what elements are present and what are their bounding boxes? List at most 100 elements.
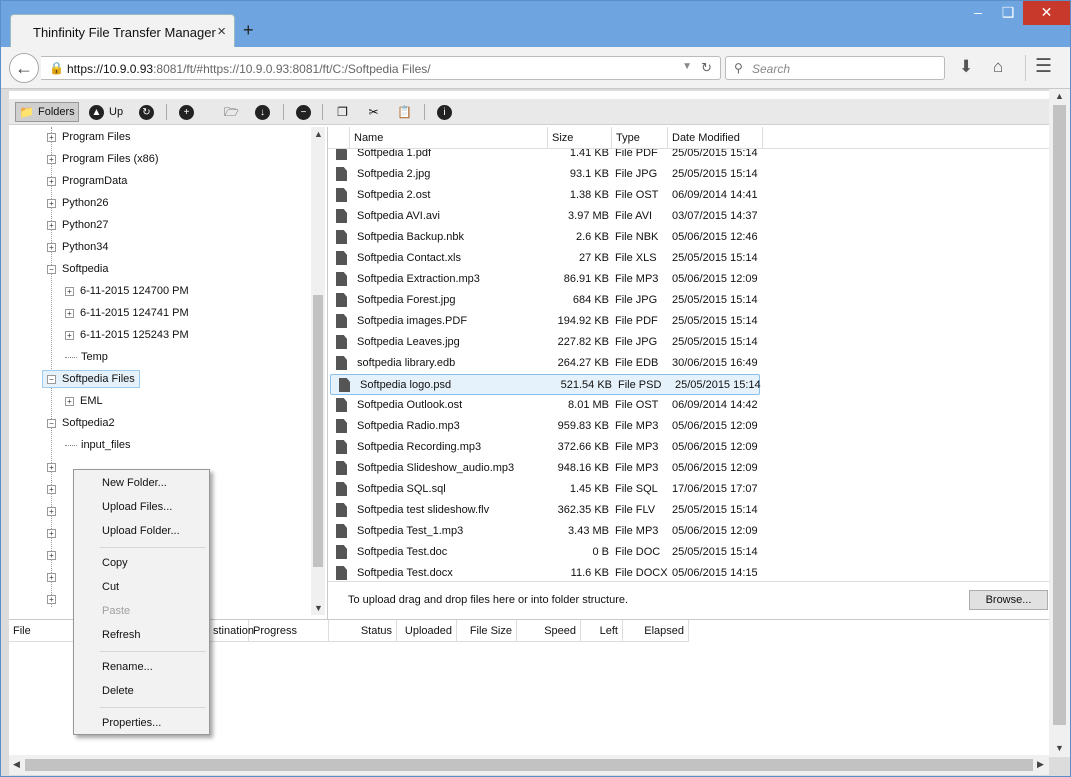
tree-node[interactable]: + bbox=[47, 590, 62, 608]
search-input[interactable]: ⚲ Search bbox=[725, 56, 945, 80]
history-dropdown-icon[interactable]: ▼ bbox=[682, 61, 692, 72]
column-destination[interactable]: stination bbox=[209, 620, 254, 642]
tree-node[interactable]: +6-11-2015 124741 PM bbox=[65, 304, 189, 322]
expand-icon[interactable]: + bbox=[47, 506, 56, 516]
delete-button[interactable]: − bbox=[296, 102, 311, 122]
file-row[interactable]: Softpedia Test_1.mp3 3.43 MB File MP3 05/06… bbox=[328, 521, 1050, 542]
column-left[interactable]: Left bbox=[581, 620, 623, 642]
upload-drop-zone[interactable]: To upload drag and drop files here or in… bbox=[328, 581, 1050, 619]
tree-node[interactable]: + Python27 bbox=[47, 216, 108, 234]
tree-node[interactable]: − Softpedia bbox=[47, 260, 108, 278]
file-row[interactable]: softpedia library.edb 264.27 KB File EDB 30… bbox=[328, 353, 1050, 374]
expand-icon[interactable]: + bbox=[47, 528, 56, 538]
page-scroll-down-icon[interactable]: ▼ bbox=[1055, 743, 1064, 753]
tree-node[interactable]: + bbox=[47, 546, 62, 564]
column-elapsed[interactable]: Elapsed bbox=[623, 620, 689, 642]
tree-node[interactable]: +6-11-2015 124700 PM bbox=[65, 282, 189, 300]
file-row[interactable]: Softpedia SQL.sql 1.45 KB File SQL 17/06/20… bbox=[328, 479, 1050, 500]
file-row[interactable]: Softpedia Slideshow_audio.mp3 948.16 KB Fi… bbox=[328, 458, 1050, 479]
tree-node[interactable]: + Python26 bbox=[47, 194, 108, 212]
browser-tab[interactable]: Thinfinity File Transfer Manager × bbox=[10, 14, 235, 48]
file-row[interactable]: Softpedia test slideshow.flv 362.35 KB Fil… bbox=[328, 500, 1050, 521]
expand-icon[interactable]: + bbox=[47, 484, 56, 494]
window-close-icon[interactable]: ✕ bbox=[1023, 1, 1070, 25]
column-progress[interactable]: Progress bbox=[249, 620, 329, 642]
minimize-icon[interactable]: – bbox=[963, 1, 993, 25]
file-row[interactable]: Softpedia Test.doc 0 B File DOC 25/05/2015 … bbox=[328, 542, 1050, 563]
header-size[interactable]: Size bbox=[548, 127, 612, 149]
expand-icon[interactable]: + bbox=[47, 242, 56, 252]
menu-refresh[interactable]: Refresh bbox=[102, 629, 141, 641]
header-name[interactable]: Name bbox=[350, 127, 548, 149]
menu-new-folder[interactable]: New Folder... bbox=[102, 477, 167, 489]
header-date-modified[interactable]: Date Modified bbox=[668, 127, 763, 149]
expand-icon[interactable]: + bbox=[65, 396, 74, 406]
refresh-button[interactable]: ↻ bbox=[139, 102, 154, 122]
column-status[interactable]: Status bbox=[329, 620, 397, 642]
menu-delete[interactable]: Delete bbox=[102, 685, 134, 697]
tree-node[interactable]: + Program Files (x86) bbox=[47, 150, 159, 168]
menu-icon[interactable]: ☰ bbox=[1035, 55, 1052, 78]
browse-button[interactable]: Browse... bbox=[969, 590, 1048, 610]
file-row[interactable]: Softpedia images.PDF 194.92 KB File PDF 25/… bbox=[328, 311, 1050, 332]
scroll-up-icon[interactable]: ▲ bbox=[314, 129, 323, 139]
expand-icon[interactable]: + bbox=[47, 198, 56, 208]
expand-icon[interactable]: + bbox=[65, 330, 74, 340]
header-type[interactable]: Type bbox=[612, 127, 668, 149]
cut-button[interactable]: ✂ bbox=[366, 102, 381, 122]
page-vertical-scrollbar[interactable]: ▲ ▼ bbox=[1049, 89, 1070, 757]
copy-button[interactable]: ❐ bbox=[335, 102, 350, 122]
tree-node[interactable]: + ProgramData bbox=[47, 172, 127, 190]
expand-icon[interactable]: + bbox=[47, 154, 56, 164]
file-row[interactable]: Softpedia Leaves.jpg 227.82 KB File JPG 25/… bbox=[328, 332, 1050, 353]
reload-icon[interactable]: ↻ bbox=[701, 60, 712, 76]
expand-icon[interactable]: + bbox=[47, 220, 56, 230]
tree-node[interactable]: input_files bbox=[65, 436, 131, 454]
close-tab-icon[interactable]: × bbox=[217, 23, 226, 40]
new-tab-icon[interactable]: + bbox=[243, 20, 254, 41]
file-row[interactable]: Softpedia Contact.xls 27 KB File XLS 25/05/… bbox=[328, 248, 1050, 269]
page-scroll-left-icon[interactable]: ◀ bbox=[13, 759, 20, 770]
back-arrow-icon[interactable]: ← bbox=[9, 53, 39, 83]
restore-icon[interactable]: ❑ bbox=[993, 1, 1023, 25]
up-button[interactable]: ▲ Up bbox=[89, 102, 123, 122]
page-scroll-right-icon[interactable]: ▶ bbox=[1037, 759, 1044, 770]
file-row[interactable]: Softpedia 2.jpg 93.1 KB File JPG 25/05/2015… bbox=[328, 164, 1050, 185]
expand-icon[interactable]: + bbox=[47, 132, 56, 142]
tree-node[interactable]: + bbox=[47, 568, 62, 586]
page-scroll-thumb[interactable] bbox=[1053, 105, 1066, 725]
column-file-size[interactable]: File Size bbox=[457, 620, 517, 642]
tree-node[interactable]: + EML bbox=[65, 392, 103, 410]
collapse-icon[interactable]: − bbox=[47, 374, 56, 384]
tree-node[interactable]: + Program Files bbox=[47, 128, 130, 146]
menu-upload-folder[interactable]: Upload Folder... bbox=[102, 525, 180, 537]
tree-node[interactable]: + bbox=[47, 502, 62, 520]
menu-rename[interactable]: Rename... bbox=[102, 661, 153, 673]
file-row[interactable]: Softpedia Extraction.mp3 86.91 KB File MP3… bbox=[328, 269, 1050, 290]
column-speed[interactable]: Speed bbox=[517, 620, 581, 642]
tree-node[interactable]: + Python34 bbox=[47, 238, 108, 256]
page-hscroll-thumb[interactable] bbox=[25, 759, 1033, 771]
folders-toggle-button[interactable]: 📁 Folders bbox=[15, 102, 79, 122]
column-uploaded[interactable]: Uploaded bbox=[397, 620, 457, 642]
file-row[interactable]: Softpedia Outlook.ost 8.01 MB File OST 06/0… bbox=[328, 395, 1050, 416]
expand-icon[interactable]: + bbox=[47, 462, 56, 472]
new-folder-button[interactable]: + bbox=[179, 102, 194, 122]
expand-icon[interactable]: + bbox=[65, 308, 74, 318]
tree-node[interactable]: + bbox=[47, 458, 62, 476]
tree-node[interactable]: − Softpedia Files bbox=[42, 370, 140, 388]
file-row[interactable]: Softpedia logo.psd 521.54 KB File PSD 25/05… bbox=[330, 374, 761, 395]
scroll-down-icon[interactable]: ▼ bbox=[314, 603, 323, 613]
paste-button[interactable]: 📋 bbox=[397, 102, 412, 122]
expand-icon[interactable]: + bbox=[47, 572, 56, 582]
file-row[interactable]: Softpedia 2.ost 1.38 KB File OST 06/09/2014… bbox=[328, 185, 1050, 206]
menu-cut[interactable]: Cut bbox=[102, 581, 119, 593]
expand-icon[interactable]: + bbox=[65, 286, 74, 296]
collapse-icon[interactable]: − bbox=[47, 264, 56, 274]
expand-icon[interactable]: + bbox=[47, 594, 56, 604]
tree-node[interactable]: +6-11-2015 125243 PM bbox=[65, 326, 189, 344]
file-row[interactable]: Softpedia Radio.mp3 959.83 KB File MP3 05/0… bbox=[328, 416, 1050, 437]
file-row[interactable]: Softpedia 1.pdf 1.41 KB File PDF 25/05/2015… bbox=[328, 149, 1050, 164]
expand-icon[interactable]: + bbox=[47, 550, 56, 560]
expand-icon[interactable]: + bbox=[47, 176, 56, 186]
